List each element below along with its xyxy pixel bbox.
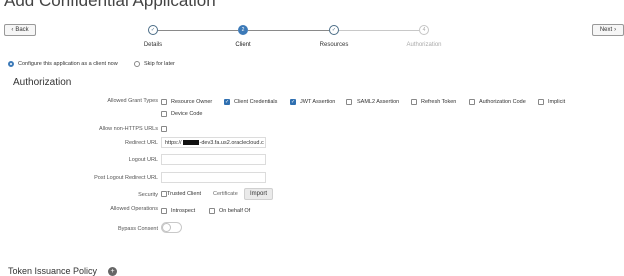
configure-now-label: Configure this application as a client n…	[18, 61, 118, 67]
resource-owner-label: Resource Owner	[171, 99, 213, 105]
redacted-block	[182, 140, 199, 145]
bypass-consent-label: Bypass Consent	[117, 226, 158, 232]
step-connector	[158, 30, 238, 31]
skip-for-later-label: Skip for later	[144, 61, 175, 67]
step-authorization-label: Authorization	[406, 42, 442, 48]
chevron-left-icon: ‹	[11, 27, 14, 33]
authorization-heading: Authorization	[13, 77, 72, 88]
introspect-checkbox[interactable]	[161, 208, 167, 214]
authorization-code-checkbox[interactable]	[469, 99, 475, 105]
redirect-url-prefix: https://	[165, 139, 182, 146]
toggle-knob	[162, 223, 171, 232]
client-credentials-label: Client Credentials	[234, 99, 278, 105]
redirect-url-suffix: -dev3.fa.us2.oraclecloud.c	[199, 139, 264, 146]
saml2-assertion-label: SAML2 Assertion	[357, 99, 400, 105]
grant-types-label: Allowed Grant Types	[107, 98, 158, 104]
next-button[interactable]: Next ›	[592, 24, 624, 36]
logout-url-label: Logout URL	[128, 157, 158, 163]
device-code-label: Device Code	[171, 111, 203, 117]
on-behalf-of-checkbox[interactable]	[209, 208, 215, 214]
post-logout-url-label: Post Logout Redirect URL	[94, 175, 158, 181]
step-connector	[339, 30, 419, 31]
redirect-url-input[interactable]: https:// -dev3.fa.us2.oraclecloud.c	[161, 137, 266, 148]
jwt-assertion-checkbox[interactable]: ✓	[290, 99, 296, 105]
step-resources-done-icon[interactable]: ✓	[329, 25, 339, 35]
post-logout-url-input[interactable]	[161, 172, 266, 183]
configure-now-radio[interactable]	[8, 61, 14, 67]
import-button[interactable]: Import	[244, 188, 273, 200]
on-behalf-of-label: On behalf Of	[219, 208, 251, 214]
non-https-checkbox[interactable]	[161, 126, 167, 132]
step-details-done-icon[interactable]: ✓	[148, 25, 158, 35]
redirect-url-label: Redirect URL	[124, 140, 158, 146]
trusted-client-label: Trusted Client	[167, 191, 202, 197]
resource-owner-checkbox[interactable]	[161, 99, 167, 105]
refresh-token-label: Refresh Token	[421, 99, 457, 105]
device-code-checkbox[interactable]	[161, 111, 167, 117]
back-button[interactable]: ‹ Back	[4, 24, 36, 36]
step-connector	[248, 30, 329, 31]
step-resources-label: Resources	[319, 42, 349, 48]
step-client-label: Client	[235, 42, 251, 48]
authorization-code-label: Authorization Code	[479, 99, 526, 105]
token-issuance-heading: Token Issuance Policy	[8, 266, 98, 276]
non-https-label: Allow non-HTTPS URLs	[99, 126, 158, 132]
saml2-assertion-checkbox[interactable]	[346, 99, 352, 105]
security-label: Security	[138, 192, 158, 198]
step-details-label: Details	[143, 42, 163, 48]
back-button-label: Back	[15, 27, 29, 33]
next-button-label: Next	[599, 27, 613, 33]
jwt-assertion-label: JWT Assertion	[300, 99, 336, 105]
bypass-consent-toggle[interactable]	[161, 222, 182, 233]
skip-for-later-radio[interactable]	[134, 61, 140, 67]
logout-url-input[interactable]	[161, 154, 266, 165]
allowed-operations-label: Allowed Operations	[110, 206, 158, 212]
step-client-icon[interactable]: 2	[238, 25, 248, 35]
introspect-label: Introspect	[171, 208, 196, 214]
implicit-label: Implicit	[548, 99, 566, 105]
client-credentials-checkbox[interactable]: ✓	[224, 99, 230, 105]
page-title: Add Confidential Application	[4, 0, 216, 10]
certificate-label: Certificate	[213, 191, 238, 197]
chevron-right-icon: ›	[614, 27, 617, 33]
plus-circle-icon[interactable]: +	[108, 267, 117, 276]
refresh-token-checkbox[interactable]	[411, 99, 417, 105]
implicit-checkbox[interactable]	[538, 99, 544, 105]
step-authorization-icon[interactable]: 4	[419, 25, 429, 35]
